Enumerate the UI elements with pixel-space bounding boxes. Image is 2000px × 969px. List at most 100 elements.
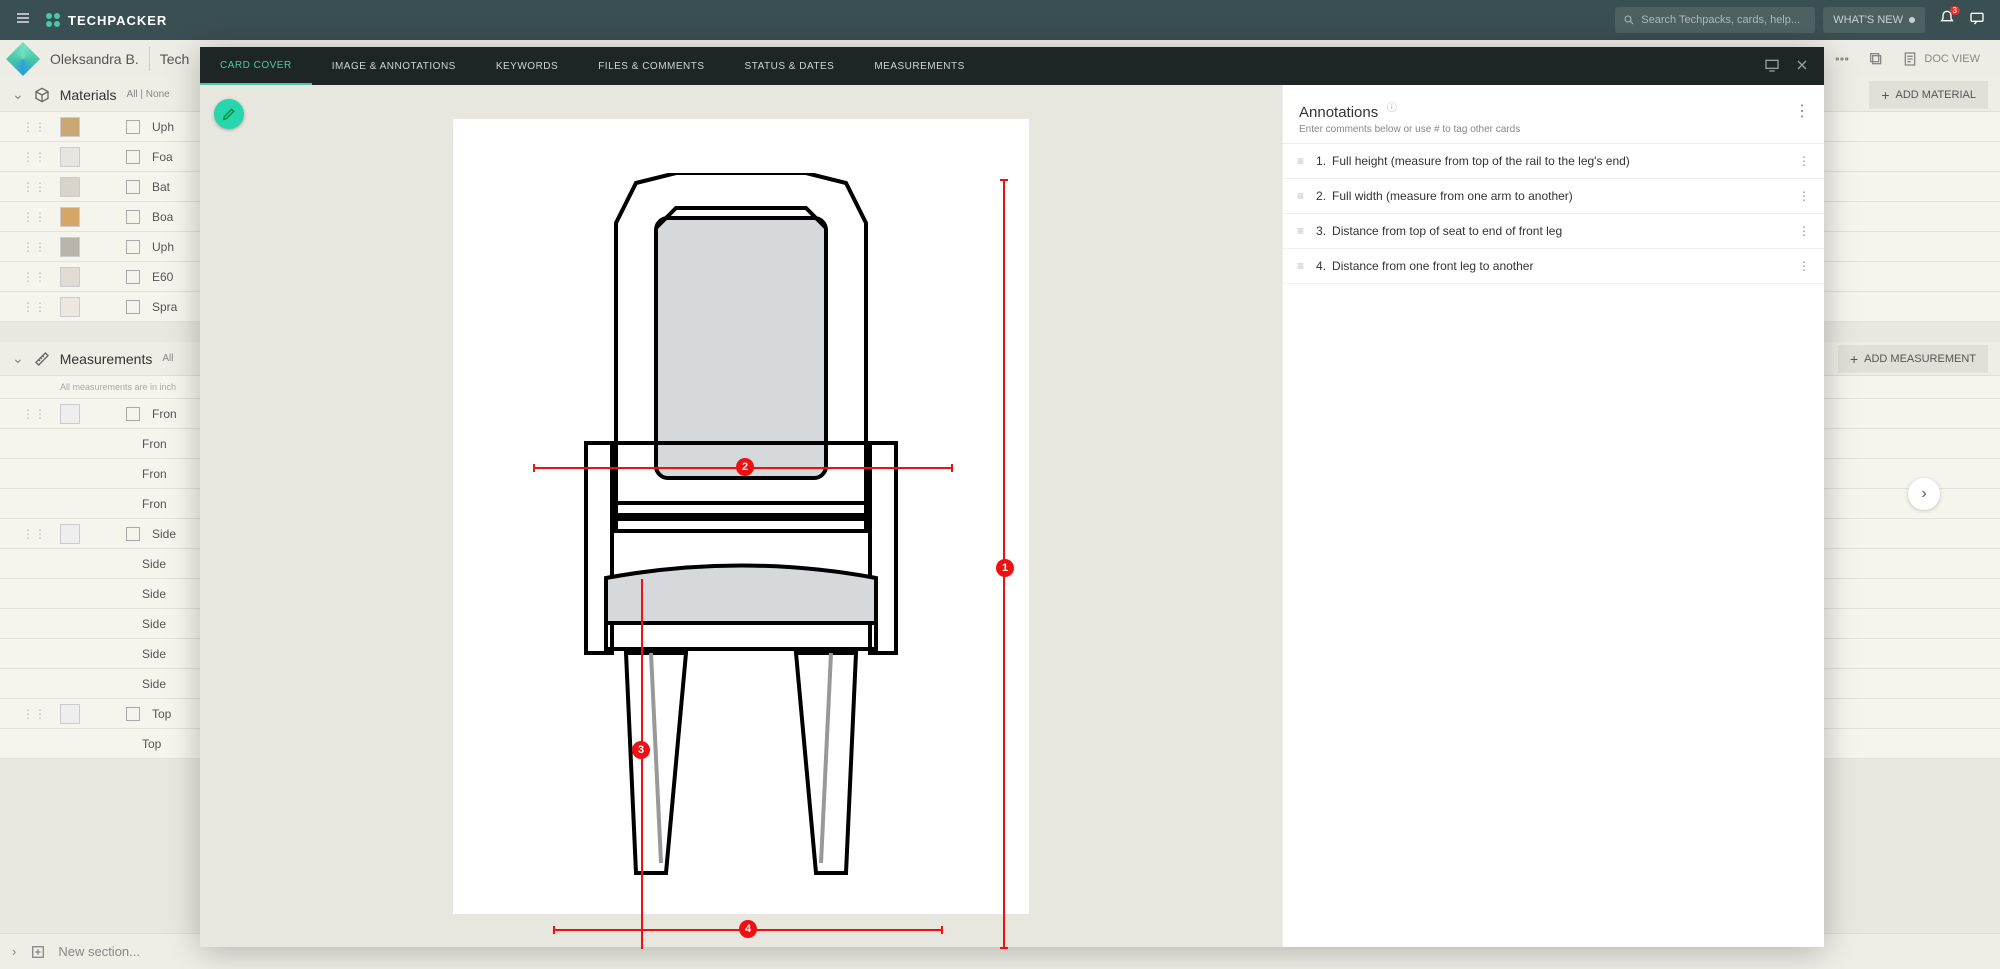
annotations-subtitle: Enter comments below or use # to tag oth… (1299, 124, 1808, 135)
measurement-label: Side (142, 677, 166, 691)
tab-files-comments[interactable]: FILES & COMMENTS (578, 47, 724, 85)
info-icon[interactable]: ⓘ (1387, 103, 1397, 114)
material-label: Uph (152, 120, 174, 134)
search-input[interactable]: Search Techpacks, cards, help... (1615, 7, 1815, 33)
annotation-item[interactable]: ≡4.Distance from one front leg to anothe… (1283, 249, 1824, 284)
modal-tabs: CARD COVER IMAGE & ANNOTATIONS KEYWORDS … (200, 47, 1824, 85)
collapse-icon[interactable]: ⌄ (12, 86, 24, 103)
material-thumb (60, 207, 80, 227)
doc-view-button[interactable]: DOC VIEW (1902, 51, 1980, 67)
add-material-button[interactable]: +ADD MATERIAL (1869, 81, 1988, 109)
drag-handle-icon[interactable]: ⋮⋮ (22, 300, 46, 314)
measurement-label: Fron (152, 407, 177, 421)
material-thumb (60, 237, 80, 257)
material-label: Spra (152, 300, 177, 314)
annotation-number: 4. (1316, 259, 1326, 273)
ruler-icon (34, 351, 50, 367)
measurement-checkbox[interactable] (126, 707, 140, 721)
material-checkbox[interactable] (126, 180, 140, 194)
display-mode-icon[interactable] (1764, 57, 1780, 76)
measurements-title: Measurements (60, 351, 153, 367)
help-button[interactable] (1969, 10, 1985, 31)
materials-title: Materials (60, 87, 117, 103)
measurement-label: Fron (142, 437, 167, 451)
drag-handle-icon[interactable]: ⋮⋮ (22, 150, 46, 164)
dimension-marker-1[interactable]: 1 (996, 559, 1014, 577)
material-thumb (60, 147, 80, 167)
annotation-item[interactable]: ≡2.Full width (measure from one arm to a… (1283, 179, 1824, 214)
edit-image-button[interactable] (214, 99, 244, 129)
annotation-item[interactable]: ≡1.Full height (measure from top of the … (1283, 144, 1824, 179)
close-icon (1794, 57, 1810, 73)
material-checkbox[interactable] (126, 300, 140, 314)
measurement-label: Side (142, 587, 166, 601)
material-thumb (60, 177, 80, 197)
annotation-more-icon[interactable]: ⋮ (1798, 189, 1810, 203)
drag-handle-icon[interactable]: ≡ (1297, 154, 1304, 168)
dimension-line-3 (641, 579, 643, 949)
material-checkbox[interactable] (126, 240, 140, 254)
add-measurement-button[interactable]: +ADD MEASUREMENT (1838, 345, 1988, 373)
close-modal-button[interactable] (1794, 57, 1810, 76)
drag-handle-icon[interactable]: ⋮⋮ (22, 407, 46, 421)
tab-image-annotations[interactable]: IMAGE & ANNOTATIONS (312, 47, 476, 85)
measurement-checkbox[interactable] (126, 407, 140, 421)
annotations-more-icon[interactable]: ⋮ (1794, 101, 1810, 121)
project-gem-icon[interactable] (6, 42, 40, 76)
drag-handle-icon[interactable]: ⋮⋮ (22, 210, 46, 224)
copy-icon[interactable] (1868, 51, 1884, 67)
tab-card-cover[interactable]: CARD COVER (200, 47, 312, 85)
drag-handle-icon[interactable]: ≡ (1297, 224, 1304, 238)
canvas-area: 1 2 3 4 (200, 85, 1282, 947)
brand-name: TECHPACKER (68, 13, 167, 28)
logo-icon (46, 13, 60, 27)
material-checkbox[interactable] (126, 150, 140, 164)
more-icon[interactable] (1834, 51, 1850, 67)
annotation-number: 1. (1316, 154, 1326, 168)
notifications-button[interactable]: 3 (1939, 10, 1955, 31)
annotations-title: Annotations (1299, 104, 1378, 121)
image-canvas[interactable]: 1 2 3 4 (453, 119, 1029, 914)
tab-measurements[interactable]: MEASUREMENTS (854, 47, 984, 85)
breadcrumb-user[interactable]: Oleksandra B. (50, 51, 139, 67)
drag-handle-icon[interactable]: ⋮⋮ (22, 270, 46, 284)
tab-keywords[interactable]: KEYWORDS (476, 47, 578, 85)
dimension-marker-2[interactable]: 2 (736, 458, 754, 476)
measurements-filter[interactable]: All (162, 353, 173, 364)
chevron-right-icon: › (12, 944, 16, 959)
hamburger-menu-icon[interactable] (15, 10, 31, 31)
materials-filter[interactable]: All | None (127, 89, 170, 100)
drag-handle-icon[interactable]: ≡ (1297, 189, 1304, 203)
breadcrumb-project[interactable]: Tech (160, 51, 190, 67)
chat-icon (1969, 10, 1985, 26)
brand-logo[interactable]: TECHPACKER (46, 13, 167, 28)
drag-handle-icon[interactable]: ⋮⋮ (22, 527, 46, 541)
measurement-thumb (60, 524, 80, 544)
notif-badge: 3 (1950, 6, 1960, 15)
whats-new-dot-icon (1909, 17, 1915, 23)
measurement-checkbox[interactable] (126, 527, 140, 541)
annotation-more-icon[interactable]: ⋮ (1798, 154, 1810, 168)
measurement-label: Top (152, 707, 171, 721)
tab-status-dates[interactable]: STATUS & DATES (725, 47, 855, 85)
dimension-marker-4[interactable]: 4 (739, 920, 757, 938)
annotations-header: Annotations ⓘ Enter comments below or us… (1283, 85, 1824, 144)
measurement-thumb (60, 404, 80, 424)
drag-handle-icon[interactable]: ≡ (1297, 259, 1304, 273)
annotation-more-icon[interactable]: ⋮ (1798, 259, 1810, 273)
material-checkbox[interactable] (126, 120, 140, 134)
dimension-marker-3[interactable]: 3 (632, 741, 650, 759)
scroll-right-button[interactable]: › (1908, 478, 1940, 510)
collapse-icon[interactable]: ⌄ (12, 350, 24, 367)
annotation-text: Full width (measure from one arm to anot… (1332, 189, 1573, 203)
drag-handle-icon[interactable]: ⋮⋮ (22, 120, 46, 134)
whats-new-button[interactable]: WHAT'S NEW (1823, 7, 1925, 33)
material-checkbox[interactable] (126, 270, 140, 284)
drag-handle-icon[interactable]: ⋮⋮ (22, 240, 46, 254)
drag-handle-icon[interactable]: ⋮⋮ (22, 180, 46, 194)
annotation-item[interactable]: ≡3.Distance from top of seat to end of f… (1283, 214, 1824, 249)
drag-handle-icon[interactable]: ⋮⋮ (22, 707, 46, 721)
material-checkbox[interactable] (126, 210, 140, 224)
annotation-more-icon[interactable]: ⋮ (1798, 224, 1810, 238)
search-placeholder: Search Techpacks, cards, help... (1641, 14, 1800, 26)
